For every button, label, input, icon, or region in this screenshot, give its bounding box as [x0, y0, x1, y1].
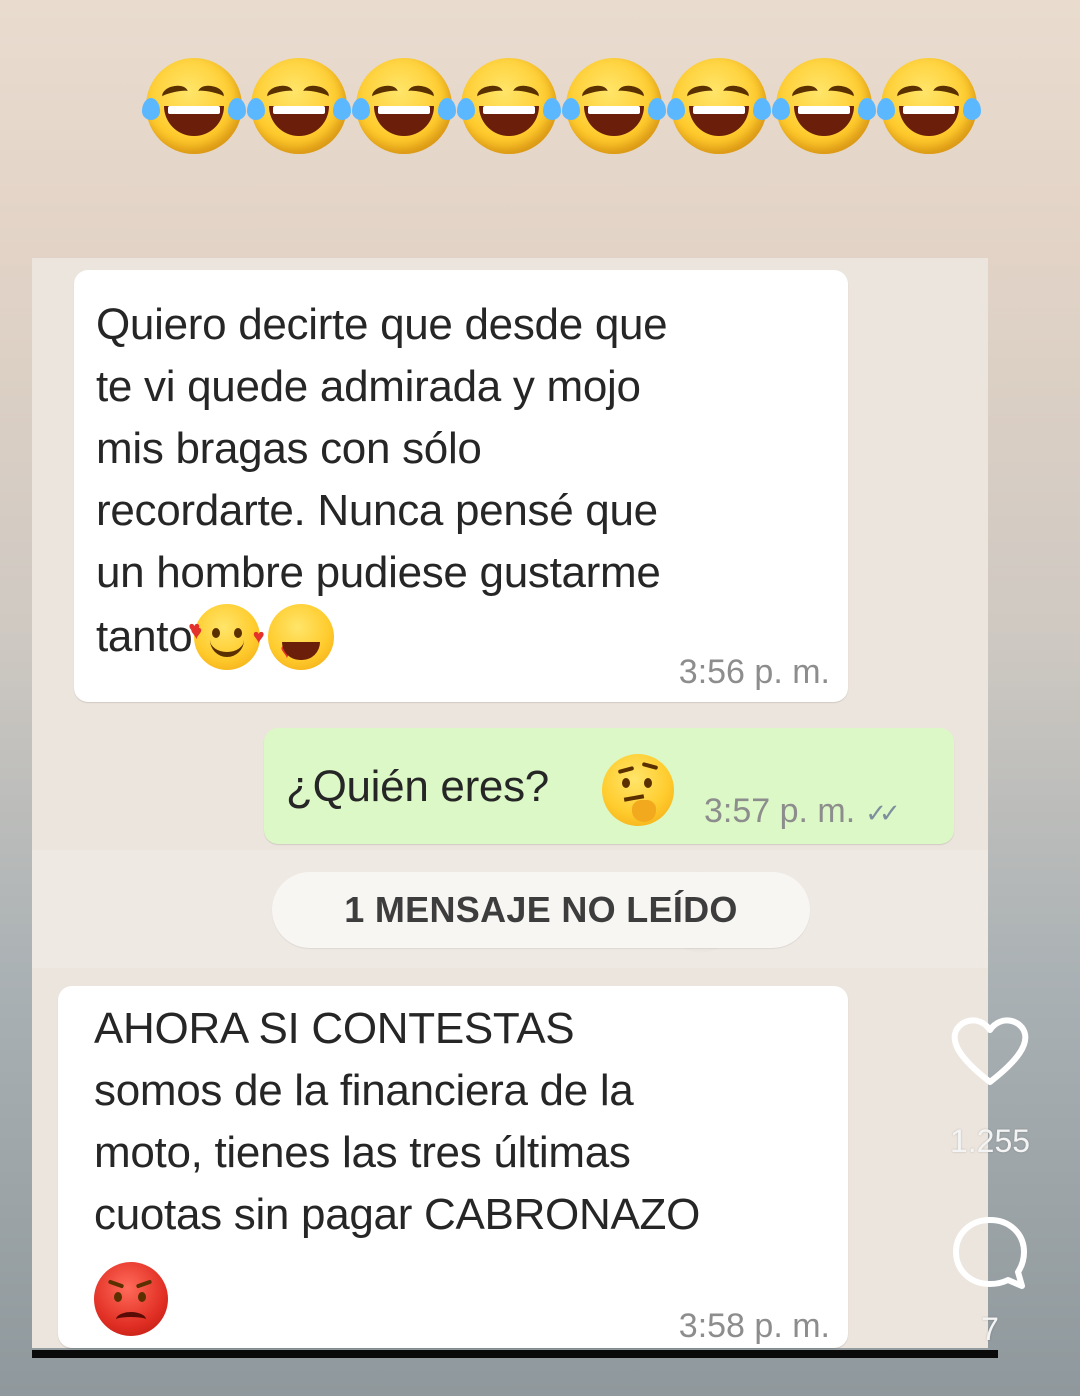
message-line-end: tanto — [96, 612, 193, 661]
comment-bubble-icon[interactable] — [948, 1212, 1032, 1296]
angry-face-icon — [94, 1262, 168, 1336]
rolling-laughing-emoji-icon — [352, 58, 456, 154]
comment-action[interactable]: 7 — [945, 1212, 1035, 1348]
unread-messages-banner: 1 MENSAJE NO LEÍDO — [272, 872, 810, 948]
heart-eyes-icon: ♥♥ — [268, 604, 335, 670]
message-line: cuotas sin pagar CABRONAZO — [94, 1190, 700, 1239]
incoming-message: Quiero decirte que desde que te vi quede… — [74, 270, 848, 702]
heart-outline-icon[interactable] — [949, 1012, 1031, 1088]
chat-screenshot: Quiero decirte que desde que te vi quede… — [32, 258, 988, 1348]
rolling-laughing-emoji-icon — [457, 58, 561, 154]
emoji-row — [142, 58, 996, 158]
message-line: AHORA SI CONTESTAS — [94, 1004, 575, 1053]
comment-count: 7 — [981, 1311, 999, 1347]
message-line: un hombre pudiese gustarme — [96, 548, 661, 597]
rolling-laughing-emoji-icon — [772, 58, 876, 154]
incoming-message: AHORA SI CONTESTAS somos de la financier… — [58, 986, 848, 1348]
video-progress-bar[interactable] — [32, 1350, 998, 1358]
message-text: AHORA SI CONTESTAS somos de la financier… — [94, 998, 854, 1246]
message-line: Quiero decirte que desde que — [96, 300, 668, 349]
like-action[interactable]: 1.255 — [945, 1012, 1035, 1160]
message-timestamp: 3:57 p. m. ✓✓ — [704, 792, 901, 831]
message-timestamp: 3:56 p. m. — [678, 653, 830, 691]
rolling-laughing-emoji-icon — [877, 58, 981, 154]
smiling-face-with-hearts-icon: ♥ ♥ ♥ — [188, 604, 265, 670]
double-check-read-icon: ✓✓ — [865, 798, 900, 828]
thinking-face-icon — [602, 754, 674, 826]
rolling-laughing-emoji-icon — [142, 58, 246, 154]
message-timestamp: 3:58 p. m. — [678, 1307, 830, 1345]
message-line: moto, tienes las tres últimas — [94, 1128, 631, 1177]
outgoing-message: ¿Quién eres? 3:57 p. m. ✓✓ — [264, 728, 954, 844]
message-text: ¿Quién eres? — [286, 762, 549, 811]
message-line: te vi quede admirada y mojo — [96, 362, 641, 411]
like-count: 1.255 — [949, 1123, 1031, 1159]
rolling-laughing-emoji-icon — [247, 58, 351, 154]
message-line: somos de la financiera de la — [94, 1066, 634, 1115]
message-line: mis bragas con sólo — [96, 424, 482, 473]
timestamp-text: 3:57 p. m. — [704, 792, 856, 830]
rolling-laughing-emoji-icon — [667, 58, 771, 154]
message-line: recordarte. Nunca pensé que — [96, 486, 658, 535]
message-text: Quiero decirte que desde que te vi quede… — [96, 294, 836, 670]
rolling-laughing-emoji-icon — [562, 58, 666, 154]
